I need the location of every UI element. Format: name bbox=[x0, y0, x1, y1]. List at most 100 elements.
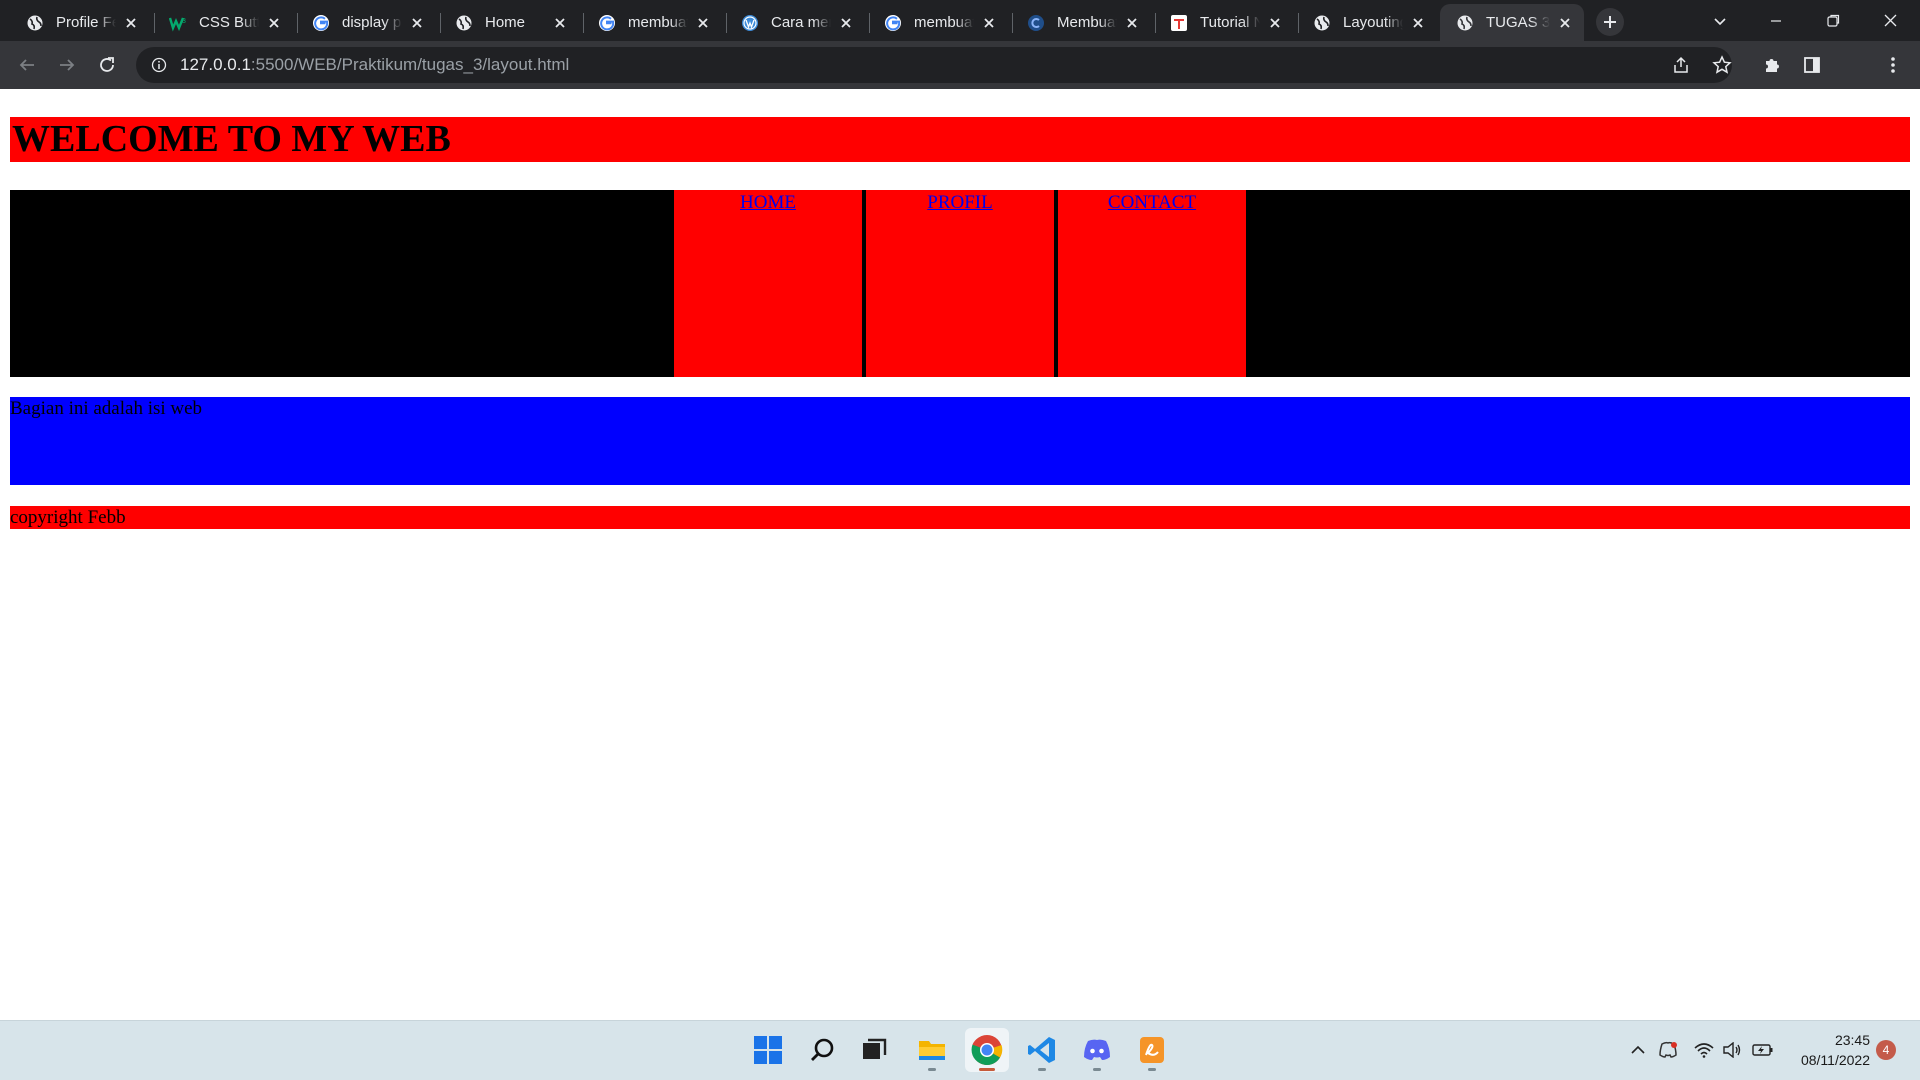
nav-link-home[interactable]: HOME bbox=[740, 192, 796, 213]
show-hidden-icons-button[interactable] bbox=[1626, 1038, 1650, 1062]
site-c-icon bbox=[1027, 14, 1045, 32]
clock-date: 08/11/2022 bbox=[1800, 1052, 1870, 1068]
restore-button[interactable] bbox=[1805, 0, 1861, 41]
close-icon bbox=[1884, 14, 1896, 27]
reload-button[interactable] bbox=[91, 49, 123, 81]
close-icon[interactable] bbox=[551, 14, 569, 32]
tray-app-icon[interactable] bbox=[1656, 1038, 1680, 1062]
minimize-icon bbox=[1771, 19, 1781, 22]
clock-time: 23:45 bbox=[1834, 1032, 1870, 1048]
svg-text:3: 3 bbox=[182, 18, 186, 25]
globe-icon bbox=[1313, 14, 1331, 32]
tab-tugas-3-active[interactable]: TUGAS 3 bbox=[1440, 4, 1584, 41]
chevron-up-icon bbox=[1631, 1045, 1645, 1054]
url-path: :5500/WEB/Praktikum/tugas_3/layout.html bbox=[250, 55, 570, 74]
volume-button[interactable] bbox=[1720, 1038, 1744, 1062]
close-icon[interactable] bbox=[265, 14, 283, 32]
start-button[interactable] bbox=[746, 1028, 790, 1072]
close-icon[interactable] bbox=[122, 14, 140, 32]
vscode-icon bbox=[1028, 1037, 1055, 1063]
close-icon[interactable] bbox=[694, 14, 712, 32]
close-icon[interactable] bbox=[408, 14, 426, 32]
tab-tutorial[interactable]: Tutorial N bbox=[1154, 4, 1294, 41]
close-icon[interactable] bbox=[1123, 14, 1141, 32]
tab-display-p[interactable]: display p bbox=[296, 4, 436, 41]
reload-icon bbox=[100, 57, 114, 72]
running-indicator bbox=[1093, 1068, 1101, 1071]
file-explorer-icon bbox=[919, 1041, 945, 1060]
side-panel-button[interactable] bbox=[1796, 49, 1828, 81]
tab-title: Profile Fe bbox=[56, 14, 116, 31]
pdf-app-button[interactable] bbox=[1130, 1028, 1174, 1072]
w3schools-icon: 3 bbox=[169, 14, 187, 32]
menu-button[interactable] bbox=[1877, 49, 1909, 81]
google-icon bbox=[884, 14, 902, 32]
tab-cara-men[interactable]: Cara men bbox=[725, 4, 865, 41]
notification-badge[interactable]: 4 bbox=[1876, 1040, 1896, 1060]
task-view-icon bbox=[863, 1038, 887, 1059]
site-nav: HOME PROFIL CONTACT bbox=[10, 190, 1910, 377]
new-tab-button[interactable] bbox=[1596, 8, 1624, 36]
tab-css-buttons[interactable]: 3 CSS Butto bbox=[153, 4, 293, 41]
tab-title: membuat bbox=[628, 14, 688, 31]
tutorial-icon bbox=[1170, 14, 1188, 32]
site-footer: copyright Febb bbox=[10, 506, 1910, 529]
back-button[interactable] bbox=[11, 49, 43, 81]
tab-membuat-3[interactable]: Membuat bbox=[1011, 4, 1151, 41]
search-button[interactable] bbox=[801, 1028, 845, 1072]
arrow-right-icon bbox=[60, 59, 75, 71]
tab-home[interactable]: Home bbox=[439, 4, 579, 41]
taskbar-clock[interactable]: 23:45 08/11/2022 bbox=[1786, 1030, 1870, 1070]
globe-icon bbox=[1456, 14, 1474, 32]
globe-icon bbox=[26, 14, 44, 32]
tab-layouting[interactable]: Layouting bbox=[1297, 4, 1437, 41]
windows-start-icon bbox=[754, 1036, 782, 1064]
share-button[interactable] bbox=[1665, 49, 1697, 81]
close-icon[interactable] bbox=[1556, 14, 1574, 32]
discord-tray-icon bbox=[1659, 1041, 1677, 1058]
close-icon[interactable] bbox=[1266, 14, 1284, 32]
tab-membuat-1[interactable]: membuat bbox=[582, 4, 722, 41]
close-window-button[interactable] bbox=[1862, 0, 1918, 41]
discord-button[interactable] bbox=[1075, 1028, 1119, 1072]
wordpress-icon bbox=[741, 14, 759, 32]
chrome-taskbar-button[interactable] bbox=[965, 1028, 1009, 1072]
tab-membuat-2[interactable]: membuat bbox=[868, 4, 1008, 41]
minimize-button[interactable] bbox=[1748, 0, 1804, 41]
nav-link-profil[interactable]: PROFIL bbox=[927, 192, 992, 213]
task-view-button[interactable] bbox=[852, 1028, 896, 1072]
wifi-icon bbox=[1694, 1043, 1714, 1058]
close-icon[interactable] bbox=[837, 14, 855, 32]
close-icon[interactable] bbox=[1409, 14, 1427, 32]
plus-icon bbox=[1604, 16, 1616, 28]
file-explorer-button[interactable] bbox=[910, 1028, 954, 1072]
search-icon bbox=[811, 1038, 834, 1061]
nav-item-home[interactable]: HOME bbox=[674, 190, 862, 377]
tab-profile[interactable]: Profile Fe bbox=[10, 4, 150, 41]
close-icon[interactable] bbox=[980, 14, 998, 32]
nav-item-profil[interactable]: PROFIL bbox=[866, 190, 1054, 377]
address-bar[interactable]: 127.0.0.1:5500/WEB/Praktikum/tugas_3/lay… bbox=[136, 47, 1732, 83]
vscode-button[interactable] bbox=[1020, 1028, 1064, 1072]
site-content: Bagian ini adalah isi web bbox=[10, 397, 1910, 485]
url-host: 127.0.0.1 bbox=[180, 55, 251, 74]
tab-title: membuat bbox=[914, 14, 974, 31]
active-indicator bbox=[979, 1068, 995, 1071]
info-icon[interactable] bbox=[149, 55, 169, 75]
tab-title: Layouting bbox=[1343, 14, 1403, 31]
kebab-menu-icon bbox=[1891, 57, 1895, 73]
battery-button[interactable] bbox=[1751, 1038, 1775, 1062]
content-text: Bagian ini adalah isi web bbox=[10, 398, 203, 419]
puzzle-icon bbox=[1766, 59, 1779, 72]
nav-link-contact[interactable]: CONTACT bbox=[1108, 192, 1196, 213]
tab-search-button[interactable] bbox=[1692, 0, 1748, 41]
forward-button[interactable] bbox=[51, 49, 83, 81]
tab-title: display p bbox=[342, 14, 402, 31]
bookmark-button[interactable] bbox=[1706, 49, 1738, 81]
nav-item-contact[interactable]: CONTACT bbox=[1058, 190, 1246, 377]
footer-text: copyright Febb bbox=[10, 507, 126, 528]
side-panel-icon bbox=[1804, 57, 1820, 73]
extensions-button[interactable] bbox=[1756, 49, 1788, 81]
wifi-button[interactable] bbox=[1692, 1038, 1716, 1062]
url-text: 127.0.0.1:5500/WEB/Praktikum/tugas_3/lay… bbox=[180, 55, 569, 75]
